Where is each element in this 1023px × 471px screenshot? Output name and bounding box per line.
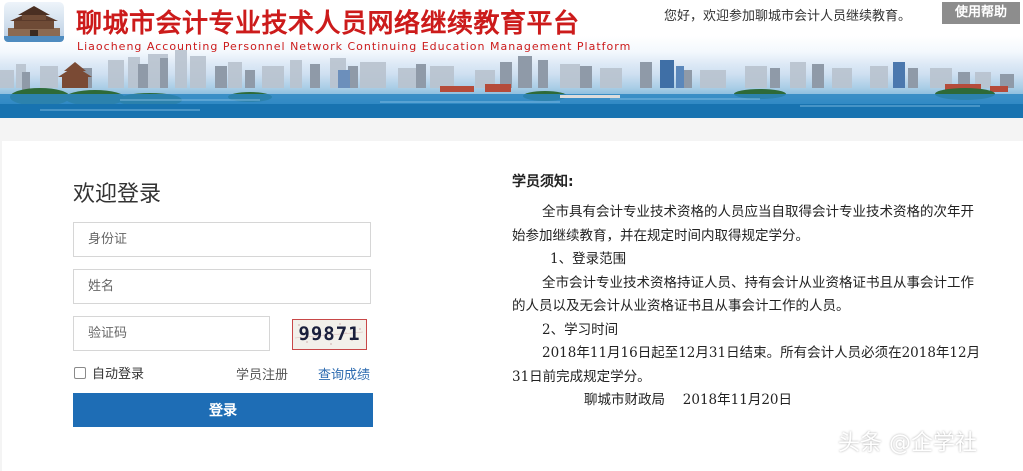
captcha-code: 99871 <box>298 323 361 345</box>
login-title: 欢迎登录 <box>73 182 162 207</box>
main-panel: 欢迎登录 99871 自动登录 学员注册 查询成绩 登录 学员须知: 全市具有会… <box>2 141 1023 471</box>
city-gate-logo <box>4 2 64 42</box>
register-link[interactable]: 学员注册 <box>236 364 288 383</box>
id-card-input[interactable] <box>73 222 371 257</box>
notice-section1-text: 全市会计专业技术资格持证人员、持有会计从业资格证书且从事会计工作的人员以及无会计… <box>512 274 974 315</box>
help-button[interactable]: 使用帮助 <box>942 2 1020 24</box>
platform-title: 聊城市会计专业技术人员网络继续教育平台 <box>76 9 580 39</box>
header-banner: 聊城市会计专业技术人员网络继续教育平台 Liaocheng Accounting… <box>0 0 1023 118</box>
auto-login-option[interactable]: 自动登录 <box>73 363 144 382</box>
name-input[interactable] <box>73 269 371 304</box>
platform-subtitle: Liaocheng Accounting Personnel Network C… <box>77 40 632 53</box>
source-watermark: 头条 @企学社 <box>838 431 977 456</box>
query-scores-link[interactable]: 查询成绩 <box>318 364 370 383</box>
notice-section2-title: 2、学习时间 <box>542 321 619 338</box>
notice-section2-text: 2018年11月16日起至12月31日结束。所有会计人员必须在2018年12月3… <box>512 345 981 385</box>
login-button[interactable]: 登录 <box>73 393 373 427</box>
notice-signature: 聊城市财政局 2018年11月20日 <box>584 392 793 408</box>
captcha-image[interactable]: 99871 <box>292 319 367 350</box>
notice-section1-title: 1、登录范围 <box>550 251 627 267</box>
captcha-input[interactable] <box>73 316 270 351</box>
auto-login-label: 自动登录 <box>92 367 145 382</box>
student-notice: 学员须知: 全市具有会计专业技术资格的人员应当自取得会计专业技术资格的次年开始参… <box>512 171 982 413</box>
notice-intro: 全市具有会计专业技术资格的人员应当自取得会计专业技术资格的次年开始参加继续教育，… <box>512 204 974 244</box>
notice-heading: 学员须知: <box>512 174 574 190</box>
checkbox-unchecked-icon[interactable] <box>74 366 86 379</box>
welcome-message: 您好，欢迎参加聊城市会计人员继续教育。 <box>664 9 912 24</box>
